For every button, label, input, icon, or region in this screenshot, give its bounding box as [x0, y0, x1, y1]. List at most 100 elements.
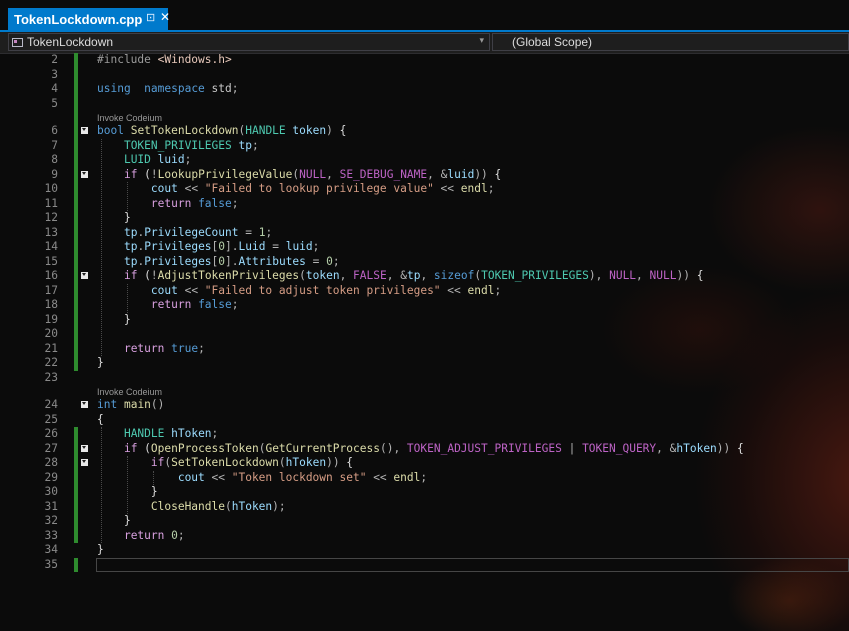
fold-toggle-icon[interactable]: [81, 444, 88, 452]
code-token: ;: [184, 153, 192, 166]
line-number: 10: [44, 182, 58, 195]
project-icon: [12, 37, 23, 47]
code-token: |: [561, 441, 583, 455]
code-token: luid: [157, 153, 185, 166]
change-indicator-bar: [74, 427, 78, 543]
code-line[interactable]: 22}: [0, 356, 849, 371]
line-number: 16: [44, 269, 58, 282]
code-line[interactable]: 34}: [0, 543, 849, 558]
line-number: 30: [44, 485, 58, 498]
fold-toggle-icon[interactable]: [81, 401, 88, 408]
code-token: (: [137, 167, 151, 181]
code-token: tp: [238, 138, 252, 152]
code-text: tp.Privileges[0].Luid = luid;: [97, 240, 319, 255]
code-token: OpenProcessToken: [150, 441, 259, 455]
code-line[interactable]: 4 using namespace std;: [0, 82, 849, 97]
close-icon[interactable]: ✕: [160, 10, 170, 24]
code-token: cout: [150, 283, 178, 297]
code-line[interactable]: 8 LUID luid;: [0, 153, 849, 168]
code-token: #include: [97, 53, 158, 66]
code-token: ,: [326, 167, 340, 181]
code-token: }: [97, 543, 104, 556]
line-number: 19: [44, 312, 58, 326]
line-number: 2: [51, 53, 58, 66]
line-number: 3: [51, 67, 58, 81]
code-line[interactable]: 19 }: [0, 313, 849, 328]
pin-icon[interactable]: ⊡: [146, 11, 155, 24]
project-dropdown[interactable]: TokenLockdown ▾: [8, 33, 490, 51]
codelens-invoke-codeium[interactable]: Invoke Codeium: [97, 386, 162, 398]
code-token: ,: [636, 269, 650, 282]
code-token: )): [474, 167, 488, 181]
line-number: 32: [44, 514, 58, 527]
code-line[interactable]: 27 if (OpenProcessToken(GetCurrentProces…: [0, 442, 849, 457]
code-line[interactable]: 5: [0, 97, 849, 112]
code-line[interactable]: 20: [0, 327, 849, 342]
indent-guide: [127, 283, 128, 313]
line-number: 28: [44, 456, 58, 469]
change-indicator-bar: [74, 557, 78, 572]
code-line[interactable]: 25 {: [0, 413, 849, 428]
codelens-invoke-codeium[interactable]: Invoke Codeium: [97, 112, 162, 124]
code-line[interactable]: 3: [0, 68, 849, 83]
code-token: return: [150, 196, 192, 210]
code-line[interactable]: 2 #include <Windows.h>: [0, 53, 849, 68]
tab-tokenlockdown-cpp[interactable]: TokenLockdown.cpp ⊡ ✕: [8, 8, 170, 31]
code-token: return: [150, 298, 192, 311]
code-line[interactable]: 32 }: [0, 514, 849, 529]
code-token: ,: [339, 269, 354, 282]
code-line[interactable]: 14 tp.Privileges[0].Luid = luid;: [0, 240, 849, 255]
scope-dropdown[interactable]: (Global Scope): [492, 33, 849, 51]
indent-guide: [101, 138, 102, 356]
code-line[interactable]: 23: [0, 371, 849, 386]
fold-toggle-icon[interactable]: [81, 170, 88, 178]
code-token: <Windows.h>: [157, 53, 232, 66]
code-token: ;: [231, 298, 239, 311]
code-token: return: [123, 528, 165, 542]
code-token: endl: [460, 182, 488, 195]
code-line[interactable]: 24 int main(): [0, 398, 849, 413]
code-token: 0: [171, 528, 178, 542]
line-number: 12: [44, 211, 58, 224]
code-line[interactable]: 12 }: [0, 211, 849, 226]
code-token: ;: [211, 427, 219, 440]
code-line[interactable]: 33 return 0;: [0, 529, 849, 544]
code-token: LUID: [123, 153, 151, 166]
line-number: 27: [44, 441, 58, 455]
line-number: 15: [44, 254, 58, 268]
code-line[interactable]: 16 if (!AdjustTokenPrivileges(token, FAL…: [0, 269, 849, 284]
code-line[interactable]: 13 tp.PrivilegeCount = 1;: [0, 226, 849, 241]
fold-toggle-icon[interactable]: [81, 272, 88, 279]
code-line[interactable]: 21 return true;: [0, 342, 849, 357]
code-token: ;: [494, 283, 502, 297]
code-line[interactable]: 15 tp.Privileges[0].Attributes = 0;: [0, 255, 849, 270]
code-token: ;: [420, 470, 428, 484]
code-text: return false;: [97, 298, 239, 313]
code-line[interactable]: 6 bool SetTokenLockdown(HANDLE token) {: [0, 124, 849, 139]
code-editor[interactable]: 2 #include <Windows.h> 3 4 using namespace s…: [0, 53, 849, 631]
line-number: 17: [44, 283, 58, 297]
code-token: HANDLE: [123, 427, 165, 440]
current-line-highlight: [96, 557, 849, 572]
line-number: 25: [44, 412, 58, 426]
code-token: {: [332, 124, 347, 137]
code-token: <<: [204, 470, 232, 484]
fold-toggle-icon[interactable]: [81, 127, 88, 134]
code-line[interactable]: 7 TOKEN_PRIVILEGES tp;: [0, 139, 849, 154]
code-text: }: [97, 211, 131, 226]
code-text: tp.Privileges[0].Attributes = 0;: [97, 255, 340, 270]
code-token: !: [150, 167, 158, 181]
code-text: if (!LookupPrivilegeValue(NULL, SE_DEBUG…: [97, 168, 501, 183]
code-text: tp.PrivilegeCount = 1;: [97, 226, 272, 241]
code-token: luid: [285, 240, 313, 253]
fold-toggle-icon[interactable]: [81, 459, 88, 466]
line-number: 21: [44, 341, 58, 355]
code-token: hToken: [171, 427, 212, 440]
code-line[interactable]: 9 if (!LookupPrivilegeValue(NULL, SE_DEB…: [0, 168, 849, 183]
code-text: #include <Windows.h>: [97, 53, 232, 68]
chevron-down-icon[interactable]: ▾: [479, 35, 484, 46]
code-line[interactable]: 26 HANDLE hToken;: [0, 427, 849, 442]
